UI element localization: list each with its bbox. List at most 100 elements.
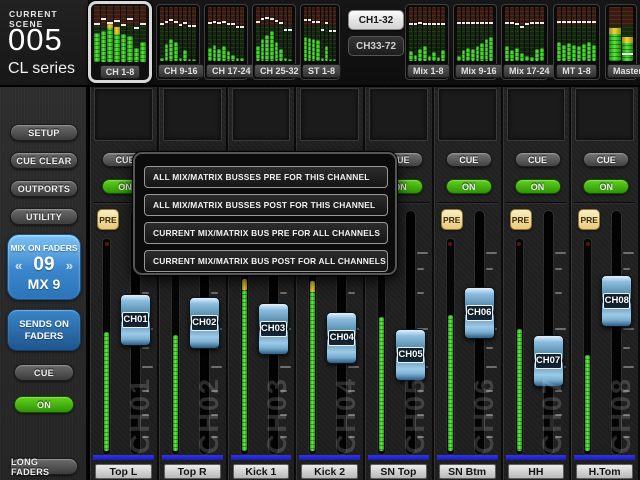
channel-processing-panel[interactable]	[369, 88, 428, 141]
channel-processing-panel[interactable]	[575, 88, 634, 141]
channel-on-button[interactable]: ON	[583, 179, 629, 194]
channel-meter-fill	[242, 290, 247, 451]
pre-post-badge[interactable]: PRE	[578, 209, 600, 230]
channel-name-label[interactable]: Kick 1	[233, 464, 290, 479]
meter-block-mix1-8[interactable]: Mix 1-8	[405, 4, 449, 80]
meter-block-mt1-8[interactable]: MT 1-8	[553, 4, 600, 80]
meter-block-label: CH 17-24	[206, 64, 257, 78]
fader-scale-tick	[348, 292, 355, 294]
meter-level-fill	[312, 39, 315, 61]
meter-level-fill	[562, 45, 566, 61]
meter-column	[540, 7, 544, 61]
fader-position-mark	[192, 25, 196, 27]
channel-processing-panel[interactable]	[232, 88, 291, 141]
channel-processing-panel[interactable]	[300, 88, 359, 141]
fader-scale-tick	[280, 292, 287, 294]
pre-post-badge[interactable]: PRE	[441, 209, 463, 230]
fader-cap[interactable]: CH06	[464, 287, 495, 339]
fader-cap[interactable]: CH03	[258, 303, 289, 355]
channel-cue-button[interactable]: CUE	[583, 152, 629, 167]
fader-position-mark	[530, 22, 534, 24]
channel-name-label[interactable]: H.Tom	[576, 464, 633, 479]
fader-scale-tick	[142, 366, 153, 368]
meter-columns	[158, 6, 198, 62]
channel-processing-panel[interactable]	[438, 88, 497, 141]
channel-color-bar	[299, 455, 360, 460]
pre-post-badge[interactable]: PRE	[510, 209, 532, 230]
fader-cap[interactable]: CH05	[395, 329, 426, 381]
channel-on-button[interactable]: ON	[446, 179, 492, 194]
meter-columns	[555, 6, 598, 62]
fader-position-mark	[312, 21, 315, 23]
fader-cap[interactable]: CH01	[120, 294, 151, 346]
channel-name-label[interactable]: Top R	[164, 464, 221, 479]
meter-level-fill	[423, 46, 427, 61]
popup-menu-item-4[interactable]: CURRENT MIX/MATRIX BUS POST FOR ALL CHAN…	[144, 250, 388, 272]
popup-menu-item-1[interactable]: ALL MIX/MATRIX BUSSES PRE FOR THIS CHANN…	[144, 166, 388, 188]
channel-name-label[interactable]: Top L	[95, 464, 152, 479]
channel-processing-panel[interactable]	[163, 88, 222, 141]
meter-level-fill	[592, 45, 596, 61]
meter-columns	[254, 6, 294, 62]
channel-strip-ch08: CUEONPRECH08CH08H.Tom	[571, 87, 640, 480]
popup-menu-item-3[interactable]: CURRENT MIX/MATRIX BUS PRE FOR ALL CHANN…	[144, 222, 388, 244]
meter-level-fill	[174, 42, 178, 61]
meter-column	[114, 6, 120, 62]
channel-cue-button[interactable]: CUE	[446, 152, 492, 167]
bank-button-ch1-32[interactable]: CH1-32	[348, 10, 404, 30]
fader-cap-label: CH02	[191, 315, 218, 331]
channel-on-button[interactable]: ON	[515, 179, 561, 194]
channel-name-label[interactable]: SN Top	[370, 464, 427, 479]
meter-block-master[interactable]: Master	[605, 4, 637, 80]
meter-level-fill	[160, 58, 164, 61]
fader-position-mark	[316, 21, 319, 23]
fader-scale-tick	[280, 366, 291, 368]
meter-column	[582, 7, 586, 61]
meter-level-fill	[418, 49, 422, 61]
meter-column	[562, 7, 566, 61]
pre-post-badge[interactable]: PRE	[97, 209, 119, 230]
channel-name-label[interactable]: SN Btm	[439, 464, 496, 479]
fader-cap[interactable]: CH02	[189, 297, 220, 349]
channel-meter-fill	[517, 329, 522, 451]
channel-processing-panel[interactable]	[94, 88, 153, 141]
meter-level-fill	[428, 56, 432, 61]
channel-number-ghost-label: CH02	[196, 377, 223, 454]
fader-scale-tick	[623, 268, 630, 270]
meter-level-fill	[409, 51, 413, 61]
meter-columns	[206, 6, 246, 62]
fader-position-mark	[329, 30, 332, 32]
meter-block-label: Mix 1-8	[407, 64, 450, 78]
meter-block-ch25-32[interactable]: CH 25-32	[252, 4, 296, 80]
meter-block-mix17-24[interactable]: Mix 17-24	[501, 4, 548, 80]
fader-position-mark	[418, 22, 422, 24]
channel-name-label[interactable]: Kick 2	[301, 464, 358, 479]
meter-level-fill	[437, 57, 441, 61]
meter-block-label: CH 9-16	[158, 64, 204, 78]
meter-column	[471, 7, 475, 61]
meter-level-fill	[284, 58, 288, 61]
fader-scale-tick	[555, 252, 566, 254]
meter-column	[121, 6, 127, 62]
channel-processing-panel[interactable]	[507, 88, 566, 141]
meter-block-label: ST 1-8	[302, 64, 341, 78]
meter-block-mix9-16[interactable]: Mix 9-16	[453, 4, 497, 80]
meter-block-ch1-8[interactable]: CH 1-8	[88, 1, 152, 83]
meter-column	[107, 6, 113, 62]
popup-menu-item-2[interactable]: ALL MIX/MATRIX BUSSES POST FOR THIS CHAN…	[144, 194, 388, 216]
fader-position-mark	[188, 25, 192, 27]
channel-name-label[interactable]: HH	[508, 464, 565, 479]
meter-column	[557, 7, 561, 61]
meter-column	[270, 7, 274, 61]
meter-block-st1-8[interactable]: ST 1-8	[300, 4, 340, 80]
fader-cap-label: CH05	[397, 347, 424, 363]
meter-block-ch9-16[interactable]: CH 9-16	[156, 4, 200, 80]
meter-block-ch17-24[interactable]: CH 17-24	[204, 4, 248, 80]
meter-level-fill	[530, 57, 534, 61]
meter-column	[567, 7, 571, 61]
fader-cap[interactable]: CH04	[326, 312, 357, 364]
fader-cap[interactable]: CH08	[601, 275, 632, 327]
bank-button-ch33-72[interactable]: CH33-72	[348, 36, 404, 56]
channel-cue-button[interactable]: CUE	[515, 152, 561, 167]
meter-level-fill	[567, 43, 571, 61]
